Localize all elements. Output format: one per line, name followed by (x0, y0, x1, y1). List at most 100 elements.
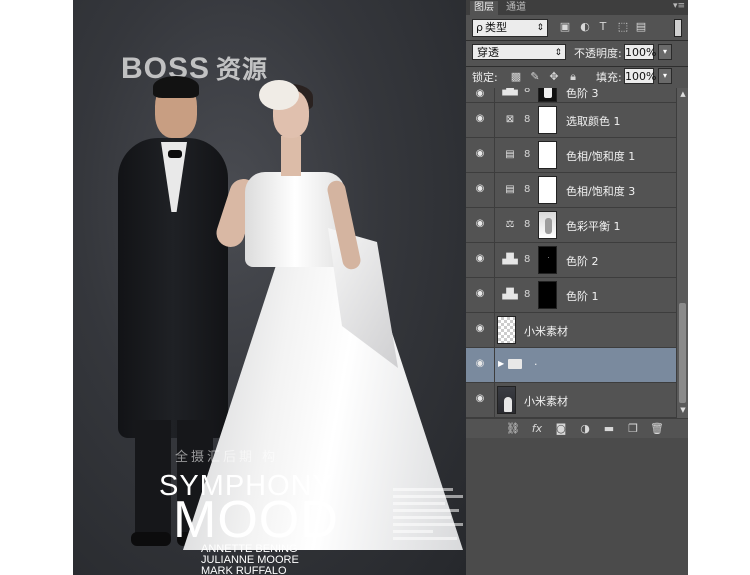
tab-channels[interactable]: 通道 (502, 1, 530, 15)
layer-name[interactable]: . (534, 355, 538, 368)
filter-adjustment-icon[interactable]: ◐ (578, 20, 592, 34)
layer-name[interactable]: 色相/饱和度 3 (566, 183, 635, 199)
levels-icon: ▟▙ (502, 289, 518, 300)
filter-pixel-icon[interactable]: ▣ (558, 20, 572, 34)
chain-link-icon[interactable]: 8 (524, 88, 532, 98)
new-layer-icon[interactable]: ❐ (626, 422, 640, 436)
eye-icon[interactable]: ◉ (473, 148, 487, 160)
eye-icon[interactable]: ◉ (473, 218, 487, 230)
layer-row[interactable]: ◉ ▟▙ 8 色阶 3 (466, 88, 676, 112)
poster-name: MARK RUFFALO (201, 565, 287, 575)
filter-type-icon[interactable]: T (596, 20, 610, 34)
chain-link-icon[interactable]: 8 (524, 252, 532, 268)
layer-filter-select[interactable]: ρ 类型 ⇕ (472, 19, 548, 37)
layer-mask-thumbnail[interactable] (538, 176, 557, 204)
layer-name[interactable]: 色阶 2 (566, 253, 599, 269)
lock-position-icon[interactable]: ✥ (548, 71, 560, 83)
layers-bottom-toolbar: ⛓ fx ◙ ◑ ▬ ❐ 🗑︎ (466, 418, 688, 439)
layers-panel: 图层 通道 ▾≡ ρ 类型 ⇕ ▣ ◐ T ⬚ ▤ 穿透 ⇕ 不透明度: 100% ▾… (466, 0, 688, 439)
eye-icon[interactable]: ◉ (473, 253, 487, 265)
layer-row[interactable]: ◉ 小米素材 (466, 383, 676, 418)
layer-mask-thumbnail[interactable] (538, 211, 557, 239)
lock-fill-row: 锁定: ▩ ✎ ✥ 🔒︎ 填充: 100% ▾ (470, 68, 684, 87)
eye-icon[interactable]: ◉ (473, 358, 487, 370)
filter-toggle[interactable] (674, 19, 682, 37)
layer-thumbnail[interactable] (497, 386, 516, 414)
layer-name[interactable]: 小米素材 (524, 393, 568, 409)
lock-all-icon[interactable]: 🔒︎ (567, 71, 579, 83)
chain-link-icon[interactable]: 8 (524, 182, 532, 198)
blend-mode-select[interactable]: 穿透 ⇕ (472, 44, 566, 60)
panel-empty-area (466, 438, 688, 575)
levels-icon: ▟▙ (502, 88, 518, 96)
fx-icon[interactable]: fx (530, 422, 544, 436)
tab-layers[interactable]: 图层 (470, 1, 498, 15)
hue-saturation-icon: ▤ (505, 149, 515, 160)
chain-link-icon[interactable]: 8 (524, 287, 532, 303)
photo-canvas: BOSS 资源 全摄汇后期 构 SYMPHONY MOOD ANNETTE BEN… (73, 0, 466, 575)
layer-mask-thumbnail[interactable] (538, 281, 557, 309)
search-icon: ρ (476, 21, 483, 34)
layer-name[interactable]: 色彩平衡 1 (566, 218, 621, 234)
chain-link-icon[interactable]: 8 (524, 112, 532, 128)
layers-list: ◉ ▟▙ 8 色阶 3 ◉ ⊠ 8 选取颜色 1 ◉ ▤ 8 色相/饱和度 1 … (466, 88, 676, 418)
new-adjustment-icon[interactable]: ◑ (578, 422, 592, 436)
layer-row[interactable]: ◉ ⚖ 8 色彩平衡 1 (466, 208, 676, 243)
layer-name[interactable]: 色相/饱和度 1 (566, 148, 635, 164)
layer-row[interactable]: ◉ ⊠ 8 选取颜色 1 (466, 103, 676, 138)
fill-input[interactable]: 100% (624, 68, 656, 84)
eye-icon[interactable]: ◉ (473, 88, 487, 100)
scrollbar-thumb[interactable] (679, 303, 686, 403)
layer-mask-thumbnail[interactable] (538, 246, 557, 274)
bride-hat (259, 80, 299, 110)
right-margin (688, 0, 750, 575)
eye-icon[interactable]: ◉ (473, 183, 487, 195)
filter-smart-object-icon[interactable]: ▤ (634, 20, 648, 34)
eye-icon[interactable]: ◉ (473, 323, 487, 335)
layer-row[interactable]: ◉ 小米素材 (466, 313, 676, 348)
opacity-input[interactable]: 100% (624, 44, 656, 60)
layer-row[interactable]: ◉ ▟▙ 8 色阶 2 (466, 243, 676, 278)
link-layers-icon[interactable]: ⛓ (506, 422, 520, 436)
layer-name[interactable]: 选取颜色 1 (566, 113, 621, 129)
layer-mask-thumbnail[interactable] (538, 141, 557, 169)
add-mask-icon[interactable]: ◙ (554, 422, 568, 436)
panel-menu-icon[interactable]: ▾≡ (673, 1, 685, 11)
layer-row[interactable]: ◉ ▟▙ 8 色阶 1 (466, 278, 676, 313)
poster-faint-text: 全摄汇后期 构 (175, 450, 279, 465)
poster-title-mood: MOOD (173, 491, 339, 549)
chain-link-icon[interactable]: 8 (524, 217, 532, 233)
layer-name[interactable]: 小米素材 (524, 323, 568, 339)
layer-mask-thumbnail[interactable] (538, 106, 557, 134)
filter-row: ρ 类型 ⇕ ▣ ◐ T ⬚ ▤ (470, 19, 684, 37)
layer-name[interactable]: 色阶 1 (566, 288, 599, 304)
folder-icon (508, 359, 522, 369)
lock-transparent-icon[interactable]: ▩ (510, 71, 522, 83)
blend-opacity-row: 穿透 ⇕ 不透明度: 100% ▾ (470, 43, 684, 63)
layer-thumbnail[interactable] (497, 316, 516, 344)
chain-link-icon[interactable]: 8 (524, 147, 532, 163)
layer-name[interactable]: 色阶 3 (566, 88, 599, 101)
scroll-up-icon[interactable]: ▲ (678, 90, 688, 100)
expand-triangle-icon[interactable]: ▶ (498, 359, 504, 368)
new-group-icon[interactable]: ▬ (602, 422, 616, 436)
panel-tabs: 图层 通道 ▾≡ (466, 0, 688, 15)
layer-row[interactable]: ◉ ▤ 8 色相/饱和度 3 (466, 173, 676, 208)
layer-mask-thumbnail[interactable] (538, 88, 557, 102)
groom-bowtie (168, 150, 182, 158)
layer-row[interactable]: ◉ ▤ 8 色相/饱和度 1 (466, 138, 676, 173)
levels-icon: ▟▙ (502, 254, 518, 265)
layer-group-row[interactable]: ◉ ▶ . (466, 348, 676, 383)
scroll-down-icon[interactable]: ▼ (678, 406, 688, 416)
delete-layer-icon[interactable]: 🗑︎ (650, 422, 664, 436)
eye-icon[interactable]: ◉ (473, 113, 487, 125)
opacity-dropdown-icon[interactable]: ▾ (658, 44, 672, 60)
eye-icon[interactable]: ◉ (473, 288, 487, 300)
lock-image-icon[interactable]: ✎ (529, 71, 541, 83)
filter-shape-icon[interactable]: ⬚ (616, 20, 630, 34)
hue-saturation-icon: ▤ (505, 184, 515, 195)
eye-icon[interactable]: ◉ (473, 393, 487, 405)
layers-scrollbar[interactable]: ▲ ▼ (676, 88, 688, 418)
fill-dropdown-icon[interactable]: ▾ (658, 68, 672, 84)
bride-neck (281, 136, 301, 176)
